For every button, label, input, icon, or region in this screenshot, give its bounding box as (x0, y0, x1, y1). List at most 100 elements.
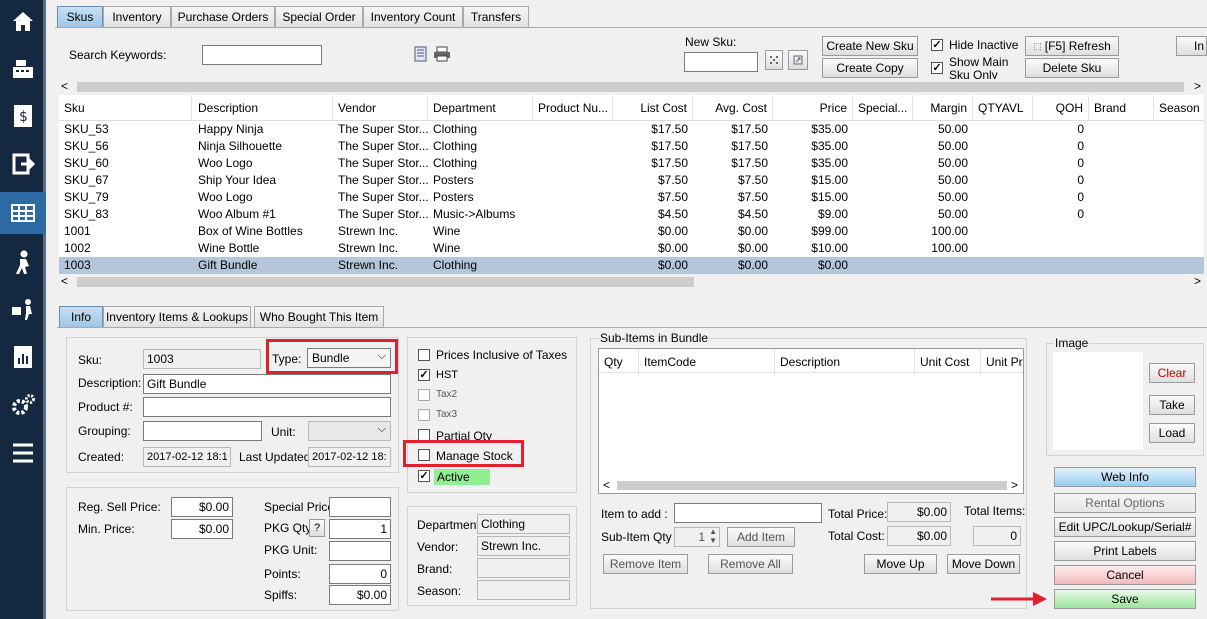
table-row[interactable]: SKU_53 Happy Ninja The Super Stor... Clothi… (59, 121, 1204, 138)
refresh-button[interactable]: ⬚ [F5] Refresh (1025, 36, 1119, 56)
move-down-button[interactable]: Move Down (947, 554, 1020, 574)
pkg-qty-help-button[interactable]: ? (309, 519, 325, 537)
unit-select[interactable]: ⌵ (308, 421, 391, 441)
bundle-col-unit-cost[interactable]: Unit Cost (915, 349, 981, 375)
tab-purchase-orders[interactable]: Purchase Orders (171, 6, 275, 28)
hide-inactive-checkbox[interactable]: ✓ (931, 39, 943, 51)
col-price[interactable]: Price (773, 95, 853, 121)
pkg-qty-field[interactable] (329, 519, 391, 539)
tab-inventory-count[interactable]: Inventory Count (363, 6, 463, 28)
col-brand[interactable]: Brand (1089, 95, 1154, 121)
table-row[interactable]: SKU_60 Woo Logo The Super Stor... Clothing $… (59, 155, 1204, 172)
rental-options-button[interactable]: Rental Options (1054, 493, 1196, 513)
customer-icon[interactable] (0, 243, 46, 281)
print-icon[interactable] (433, 46, 451, 65)
col-list-cost[interactable]: List Cost (613, 95, 693, 121)
bundle-col-description[interactable]: Description (775, 349, 915, 375)
scroll-thumb-2[interactable] (77, 277, 694, 287)
print-labels-button[interactable]: Print Labels (1054, 541, 1196, 561)
tab-special-order[interactable]: Special Order (275, 6, 363, 28)
remove-all-button[interactable]: Remove All (708, 554, 793, 574)
image-load-button[interactable]: Load (1149, 423, 1195, 443)
sub-item-qty-stepper[interactable]: 1 ▲ ▼ (674, 527, 720, 547)
bundle-scrollbar[interactable]: < > (599, 478, 1023, 493)
active-checkbox[interactable]: ✓ (418, 470, 430, 482)
col-avg-cost[interactable]: Avg. Cost (693, 95, 773, 121)
prices-inclusive-checkbox[interactable] (418, 349, 430, 361)
bundle-grid[interactable]: Qty ItemCode Description Unit Cost Unit … (598, 348, 1024, 494)
grid-top-scrollbar[interactable]: < > (59, 79, 1204, 95)
bundle-col-qty[interactable]: Qty (599, 349, 639, 375)
table-row[interactable]: SKU_79 Woo Logo The Super Stor... Posters $7… (59, 189, 1204, 206)
col-margin[interactable]: Margin (913, 95, 973, 121)
delete-sku-button[interactable]: Delete Sku (1025, 58, 1119, 78)
tab-inventory-items-lookups[interactable]: Inventory Items & Lookups (103, 306, 251, 328)
col-product-number[interactable]: Product Nu... (533, 95, 613, 121)
new-sku-input[interactable] (684, 52, 758, 72)
menu-icon[interactable] (0, 434, 46, 472)
bundle-scroll-left-icon[interactable]: < (603, 478, 610, 492)
min-price-field[interactable] (171, 519, 233, 539)
table-row[interactable]: SKU_83 Woo Album #1 The Super Stor... Music… (59, 206, 1204, 223)
bundle-col-itemcode[interactable]: ItemCode (639, 349, 775, 375)
create-copy-button[interactable]: Create Copy (822, 58, 918, 78)
inventory-icon[interactable] (0, 192, 46, 234)
generate-sku-button[interactable] (765, 50, 783, 70)
tab-info[interactable]: Info (59, 306, 103, 328)
add-item-button[interactable]: Add Item (727, 527, 795, 547)
col-sku[interactable]: Sku (59, 95, 192, 121)
scroll-right-icon-2[interactable]: > (1194, 274, 1201, 288)
image-take-button[interactable]: Take (1149, 395, 1195, 415)
tab-inventory[interactable]: Inventory (103, 6, 171, 28)
bundle-scroll-thumb[interactable] (617, 481, 1007, 490)
special-price-field[interactable] (329, 497, 391, 517)
scroll-left-icon-2[interactable]: < (61, 274, 68, 288)
item-to-add-field[interactable] (674, 503, 822, 523)
tab-who-bought[interactable]: Who Bought This Item (254, 306, 384, 328)
view-list-icon[interactable] (413, 46, 429, 65)
col-vendor[interactable]: Vendor (333, 95, 428, 121)
col-description[interactable]: Description (193, 95, 333, 121)
remove-item-button[interactable]: Remove Item (603, 554, 688, 574)
table-row[interactable]: 1001 Box of Wine Bottles Strewn Inc. Wine $0… (59, 223, 1204, 240)
move-up-button[interactable]: Move Up (864, 554, 937, 574)
bundle-col-unit-price[interactable]: Unit Pri (981, 349, 1023, 375)
col-season[interactable]: Season (1154, 95, 1204, 121)
col-special[interactable]: Special... (853, 95, 913, 121)
bundle-scroll-right-icon[interactable]: > (1011, 478, 1018, 492)
table-row[interactable]: 1002 Wine Bottle Strewn Inc. Wine $0.00 $0.00… (59, 240, 1204, 257)
export-icon[interactable] (0, 145, 46, 183)
table-row[interactable]: SKU_56 Ninja Silhouette The Super Stor... C… (59, 138, 1204, 155)
tax2-checkbox[interactable] (418, 389, 430, 401)
scroll-right-icon[interactable]: > (1194, 79, 1201, 93)
register-icon[interactable] (0, 50, 46, 88)
invoice-icon[interactable]: $ (0, 97, 46, 135)
scroll-left-icon[interactable]: < (61, 79, 68, 93)
import-button[interactable]: In (1176, 36, 1207, 56)
home-icon[interactable] (0, 3, 46, 41)
report-icon[interactable] (0, 338, 46, 376)
pkg-unit-field[interactable] (329, 541, 391, 561)
tab-transfers[interactable]: Transfers (463, 6, 529, 28)
cancel-button[interactable]: Cancel (1054, 565, 1196, 585)
spiffs-field[interactable] (329, 585, 391, 605)
edit-upc-button[interactable]: Edit UPC/Lookup/Serial# (1054, 517, 1196, 537)
col-qoh[interactable]: QOH (1033, 95, 1089, 121)
col-department[interactable]: Department (428, 95, 533, 121)
points-field[interactable] (329, 564, 391, 584)
grouping-field[interactable] (143, 421, 262, 441)
hst-checkbox[interactable]: ✓ (418, 369, 430, 381)
save-button[interactable]: Save (1054, 589, 1196, 609)
barcode-button[interactable] (788, 50, 808, 70)
delivery-icon[interactable] (0, 290, 46, 328)
show-main-sku-checkbox[interactable]: ✓ (931, 62, 943, 74)
settings-gear-icon[interactable] (0, 386, 46, 424)
search-input[interactable] (202, 45, 322, 65)
description-field[interactable] (143, 374, 391, 394)
table-row[interactable]: SKU_67 Ship Your Idea The Super Stor... Pos… (59, 172, 1204, 189)
image-clear-button[interactable]: Clear (1149, 363, 1195, 383)
product-number-field[interactable] (143, 397, 391, 417)
reg-sell-price-field[interactable] (171, 497, 233, 517)
web-info-button[interactable]: Web Info (1054, 467, 1196, 487)
stepper-arrows-icon[interactable]: ▲ ▼ (709, 527, 717, 545)
